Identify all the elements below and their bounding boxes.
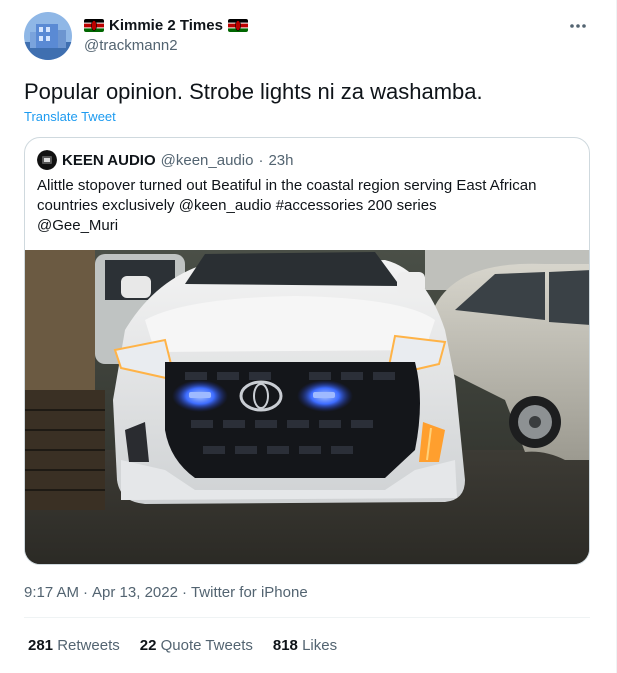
quoted-tweet[interactable]: KEEN AUDIO @keen_audio · 23h Alittle sto… <box>24 137 590 565</box>
tweet-text: Popular opinion. Strobe lights ni za was… <box>24 79 483 104</box>
tweet-stats: 281 Retweets 22 Quote Tweets 818 Likes <box>28 637 337 654</box>
quoted-author-avatar <box>37 150 57 170</box>
author-block: Kimmie 2 Times @trackmann2 <box>84 15 248 54</box>
quoted-tweet-text: Alittle stopover turned out Beatiful in … <box>37 176 577 236</box>
tweet: Kimmie 2 Times @trackmann2 Popular opini… <box>0 0 617 673</box>
quoted-text-line: @Gee_Muri <box>37 217 119 234</box>
retweets-stat[interactable]: 281 Retweets <box>28 637 120 654</box>
tweet-time[interactable]: 9:17 AM <box>24 584 79 601</box>
kenya-flag-icon <box>84 18 104 32</box>
likes-label: Likes <box>302 637 338 654</box>
quoted-tweet-header: KEEN AUDIO @keen_audio · 23h <box>37 150 293 170</box>
tweet-source[interactable]: Twitter for iPhone <box>191 584 308 601</box>
tweet-date[interactable]: Apr 13, 2022 <box>92 584 178 601</box>
quoted-separator: · <box>258 151 264 169</box>
more-icon[interactable] <box>566 14 590 38</box>
quoted-author-handle: @keen_audio <box>160 151 254 169</box>
likes-stat[interactable]: 818 Likes <box>273 637 337 654</box>
retweets-count: 281 <box>28 637 54 654</box>
retweets-label: Retweets <box>57 637 120 654</box>
translate-tweet-link[interactable]: Translate Tweet <box>24 109 116 124</box>
tweet-meta: 9:17 AM · Apr 13, 2022 · Twitter for iPh… <box>24 584 308 601</box>
quoted-age: 23h <box>268 151 294 169</box>
kenya-flag-icon <box>227 18 248 32</box>
quoted-text-line: countries exclusively @keen_audio #acces… <box>37 197 437 214</box>
author-handle[interactable]: @trackmann2 <box>84 37 248 54</box>
quote-tweets-count: 22 <box>139 637 157 654</box>
likes-count: 818 <box>272 637 298 654</box>
author-name: Kimmie 2 Times <box>109 16 223 34</box>
quoted-media-image[interactable] <box>25 250 589 564</box>
quote-tweets-label: Quote Tweets <box>160 637 253 654</box>
quote-tweets-stat[interactable]: 22 Quote Tweets <box>140 637 253 654</box>
meta-separator: · <box>83 584 89 601</box>
divider <box>24 617 590 618</box>
quoted-author-name: KEEN AUDIO <box>62 151 156 169</box>
author-name-row[interactable]: Kimmie 2 Times <box>84 15 248 35</box>
meta-separator: · <box>181 584 187 601</box>
author-avatar[interactable] <box>24 12 72 60</box>
quoted-text-line: Alittle stopover turned out Beatiful in … <box>37 177 537 194</box>
